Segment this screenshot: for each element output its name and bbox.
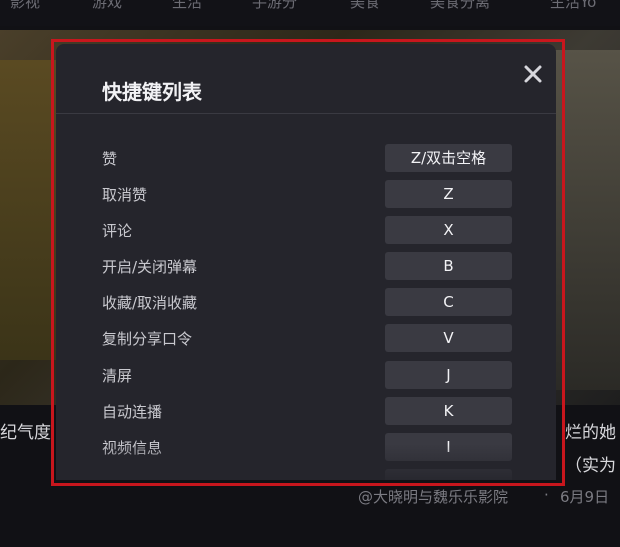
shortcut-row-clear-screen: 清屏 J	[56, 361, 556, 389]
nav-item[interactable]: 手游分	[252, 0, 297, 12]
shortcut-label: 取消赞	[102, 186, 148, 204]
video-date: 6月9日	[560, 488, 610, 506]
shortcut-label: 赞	[102, 150, 118, 168]
shortcut-label: 开启/关闭弹幕	[102, 258, 198, 276]
dialog-title: 快捷键列表	[102, 80, 202, 104]
scroll-fade	[56, 444, 556, 480]
shortcut-key: J	[385, 361, 512, 389]
shortcut-row-unlike: 取消赞 Z	[56, 180, 556, 208]
shortcut-key: X	[385, 216, 512, 244]
shortcut-row-danmaku: 开启/关闭弹幕 B	[56, 252, 556, 280]
top-nav: 影视 游戏 生活 手游分 美食 美食分离 生活Yo	[0, 0, 620, 26]
dialog-divider	[56, 113, 556, 114]
video-author[interactable]: @大晓明与魏乐乐影院	[358, 486, 508, 507]
nav-item[interactable]: 生活Yo	[550, 0, 596, 12]
nav-item[interactable]: 影视	[10, 0, 40, 12]
shortcut-row-like: 赞 Z/双击空格	[56, 144, 556, 172]
shortcut-key: Z	[385, 180, 512, 208]
meta-separator: ·	[544, 486, 549, 504]
nav-item[interactable]: 游戏	[92, 0, 122, 12]
shortcut-list-dialog: 快捷键列表 赞 Z/双击空格 取消赞 Z 评论 X 开启/关闭弹幕 B 收藏/取…	[56, 44, 556, 480]
nav-item[interactable]: 美食	[350, 0, 380, 12]
nav-item[interactable]: 生活	[172, 0, 202, 12]
shortcut-label: 复制分享口令	[102, 330, 193, 348]
video-caption-right-line2[interactable]: （实为	[565, 451, 616, 476]
video-caption-right[interactable]: 烂的她	[565, 418, 616, 443]
shortcut-key: C	[385, 288, 512, 316]
shortcut-row-share: 复制分享口令 V	[56, 324, 556, 352]
shortcut-row-comment: 评论 X	[56, 216, 556, 244]
shortcut-row-autoplay: 自动连播 K	[56, 397, 556, 425]
shortcut-label: 清屏	[102, 367, 133, 385]
shortcut-row-favorite: 收藏/取消收藏 C	[56, 288, 556, 316]
video-caption-left[interactable]: 纪气度	[0, 418, 51, 443]
shortcut-key: K	[385, 397, 512, 425]
shortcut-key: Z/双击空格	[385, 144, 512, 172]
shortcut-label: 自动连播	[102, 403, 163, 421]
nav-item[interactable]: 美食分离	[430, 0, 490, 12]
close-icon	[524, 65, 542, 83]
shortcut-label: 收藏/取消收藏	[102, 294, 198, 312]
shortcut-key: B	[385, 252, 512, 280]
close-button[interactable]	[520, 61, 546, 87]
shortcut-key: V	[385, 324, 512, 352]
shortcut-label: 评论	[102, 222, 133, 240]
page: 影视 游戏 生活 手游分 美食 美食分离 生活Yo 纪气度 烂的她 （实为 @大…	[0, 0, 620, 547]
